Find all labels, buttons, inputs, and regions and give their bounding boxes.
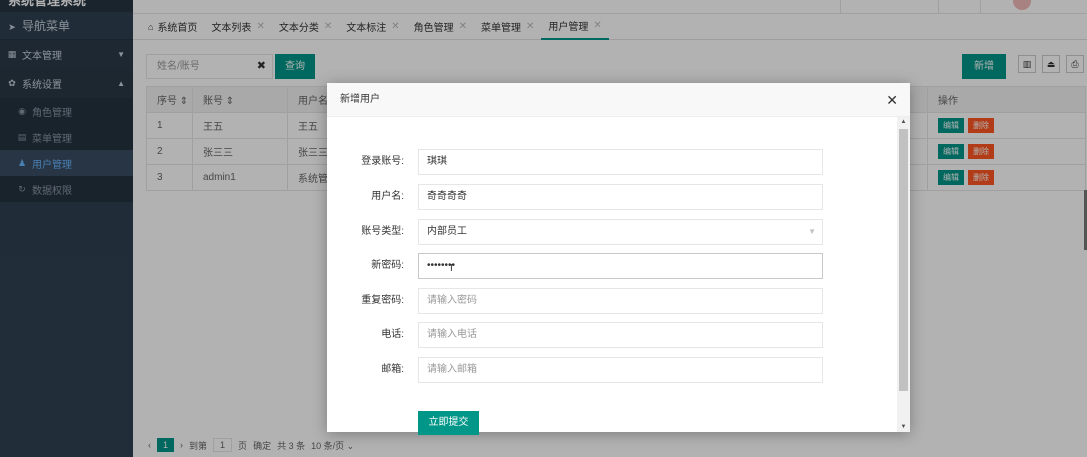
field-label: 电话:	[381, 329, 404, 340]
repeat-password-input[interactable]: 请输入密码	[418, 288, 823, 314]
field-label: 重复密码:	[361, 295, 404, 306]
field-label: 新密码:	[371, 260, 404, 271]
field-label: 用户名:	[371, 191, 404, 202]
email-input[interactable]: 请输入邮箱	[418, 357, 823, 383]
account-type-select[interactable]: 内部员工 ▼	[418, 219, 823, 245]
phone-input[interactable]: 请输入电话	[418, 322, 823, 348]
text-cursor-icon: I	[450, 263, 453, 274]
select-value: 内部员工	[427, 226, 467, 237]
form-row-repeat-password: 重复密码: 请输入密码	[327, 288, 887, 314]
scroll-up-icon[interactable]: ▲	[897, 119, 910, 125]
form-row-account-type: 账号类型: 内部员工 ▼	[327, 219, 887, 245]
add-user-dialog: 新增用户 ✕ 登录账号: 琪琪 用户名: 奇奇奇奇 账号类型: 内部员工 ▼ 新…	[327, 83, 910, 435]
form-row-phone: 电话: 请输入电话	[327, 322, 887, 348]
field-label: 账号类型:	[361, 226, 404, 237]
scroll-thumb[interactable]	[899, 129, 908, 391]
form-row-email: 邮箱: 请输入邮箱	[327, 357, 887, 383]
login-account-input[interactable]: 琪琪	[418, 149, 823, 175]
scroll-down-icon[interactable]: ▼	[897, 424, 910, 430]
field-label: 邮箱:	[381, 364, 404, 375]
new-password-input[interactable]: ••••••••	[418, 253, 823, 279]
form-row-username: 用户名: 奇奇奇奇	[327, 184, 887, 210]
username-input[interactable]: 奇奇奇奇	[418, 184, 823, 210]
submit-button[interactable]: 立即提交	[418, 411, 479, 435]
dialog-header: 新增用户 ✕	[327, 83, 910, 117]
close-icon[interactable]: ✕	[886, 83, 898, 117]
dialog-scrollbar[interactable]: ▲ ▼	[897, 117, 910, 432]
form-row-new-password: 新密码: ••••••••	[327, 253, 887, 279]
field-label: 登录账号:	[361, 156, 404, 167]
chevron-down-icon: ▼	[808, 227, 816, 236]
dialog-title: 新增用户	[340, 94, 380, 105]
form-row-login-account: 登录账号: 琪琪	[327, 149, 887, 175]
